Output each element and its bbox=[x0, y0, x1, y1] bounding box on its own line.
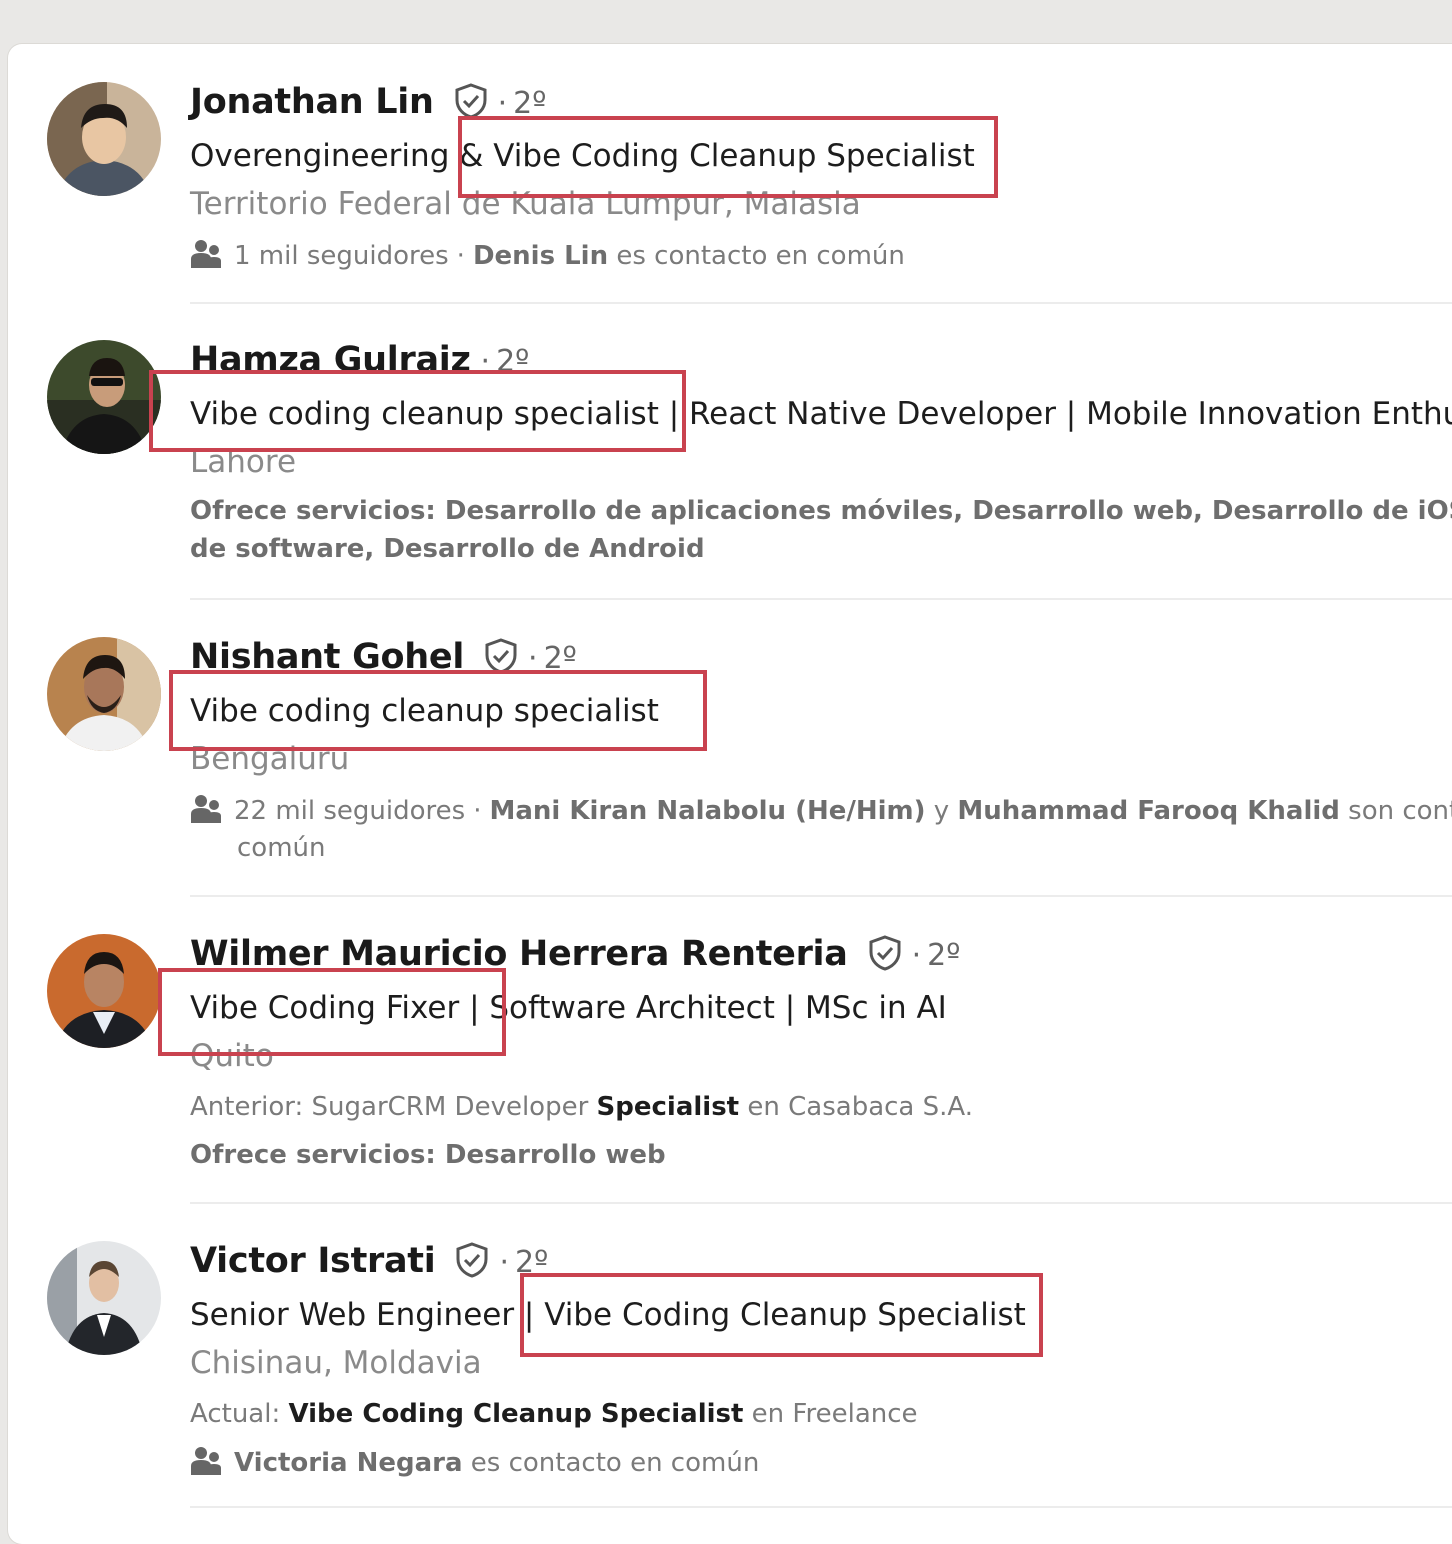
mutual-connection-name[interactable]: Mani Kiran Nalabolu (He/Him) bbox=[489, 796, 925, 826]
highlight-box bbox=[458, 116, 998, 198]
divider bbox=[190, 895, 1452, 897]
verified-shield-icon bbox=[455, 1242, 489, 1282]
connection-degree: · 2º bbox=[911, 938, 961, 973]
highlight-box bbox=[520, 1273, 1043, 1357]
followers-mutual-line: 22 mil seguidores · Mani Kiran Nalabolu (H… bbox=[190, 793, 1452, 832]
avatar[interactable] bbox=[47, 637, 161, 751]
avatar[interactable] bbox=[47, 82, 161, 196]
services-line: Ofrece servicios: Desarrollo web bbox=[190, 1140, 666, 1170]
mutual-line: Victoria Negara es contacto en común bbox=[190, 1445, 759, 1484]
people-icon bbox=[190, 793, 222, 832]
mutual-connection-name[interactable]: Victoria Negara bbox=[234, 1448, 463, 1478]
highlight-box bbox=[158, 968, 506, 1056]
services-line-continued: de software, Desarrollo de Android bbox=[190, 534, 705, 564]
followers-mutual-line: 1 mil seguidores · Denis Lin es contacto e… bbox=[190, 238, 905, 277]
verified-shield-icon bbox=[868, 935, 902, 975]
avatar[interactable] bbox=[47, 1241, 161, 1355]
avatar[interactable] bbox=[47, 340, 161, 454]
profile-name[interactable]: Victor Istrati bbox=[190, 1241, 436, 1281]
people-icon bbox=[190, 238, 222, 277]
followers-count: 22 mil seguidores bbox=[234, 796, 466, 826]
divider bbox=[190, 1202, 1452, 1204]
mutual-connection-name[interactable]: Muhammad Farooq Khalid bbox=[957, 796, 1339, 826]
profile-location: Chisinau, Moldavia bbox=[190, 1345, 482, 1381]
services-line: Ofrece servicios: Desarrollo de aplicaci… bbox=[190, 496, 1452, 526]
people-results-list: Jonathan Lin · 2º Overengineering & Vibe C… bbox=[0, 0, 1452, 1512]
highlight-box bbox=[149, 370, 686, 452]
divider bbox=[190, 302, 1452, 304]
past-position-line: Anterior: SugarCRM Developer Specialist … bbox=[190, 1092, 973, 1122]
divider bbox=[190, 598, 1452, 600]
profile-name[interactable]: Jonathan Lin bbox=[190, 82, 434, 122]
people-icon bbox=[190, 1445, 222, 1484]
avatar[interactable] bbox=[47, 934, 161, 1048]
followers-count: 1 mil seguidores bbox=[234, 241, 449, 271]
current-position-line: Actual: Vibe Coding Cleanup Specialist e… bbox=[190, 1399, 918, 1429]
mutual-connection-name[interactable]: Denis Lin bbox=[473, 241, 608, 271]
mutual-line-continued: común bbox=[237, 833, 326, 863]
divider bbox=[190, 1506, 1452, 1508]
highlight-box bbox=[169, 670, 707, 751]
